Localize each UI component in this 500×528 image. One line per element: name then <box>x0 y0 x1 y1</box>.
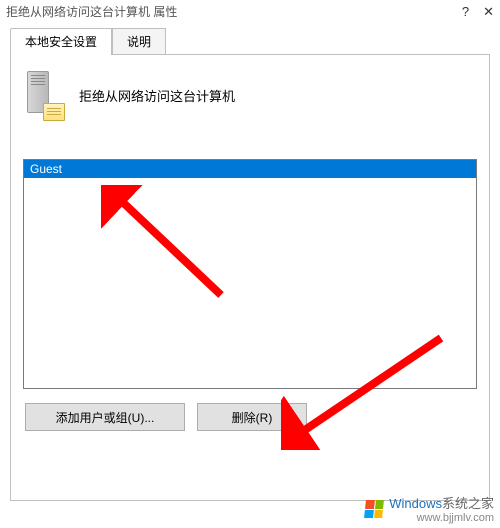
policy-header: 拒绝从网络访问这台计算机 <box>23 71 477 119</box>
watermark-brand-prefix: Windows <box>389 496 442 511</box>
button-label: 删除(R) <box>232 409 273 426</box>
policy-title: 拒绝从网络访问这台计算机 <box>79 86 235 105</box>
tab-local-security[interactable]: 本地安全设置 <box>10 28 112 54</box>
watermark-url: www.bjjmlv.com <box>389 512 494 524</box>
button-row: 添加用户或组(U)... 删除(R) <box>23 403 477 431</box>
titlebar-controls: ? ✕ <box>462 5 494 18</box>
list-item[interactable]: Guest <box>24 160 476 178</box>
list-item-label: Guest <box>30 162 62 176</box>
dialog-body: 本地安全设置 说明 拒绝从网络访问这台计算机 Guest 添加用户或组(U)..… <box>0 22 500 511</box>
remove-button[interactable]: 删除(R) <box>197 403 307 431</box>
watermark-brand-suffix: 系统之家 <box>442 496 494 511</box>
watermark-text: Windows系统之家 www.bjjmlv.com <box>389 493 494 524</box>
watermark: Windows系统之家 www.bjjmlv.com <box>365 493 494 524</box>
tab-explain[interactable]: 说明 <box>112 28 166 54</box>
button-label: 添加用户或组(U)... <box>56 409 155 426</box>
windows-logo-icon <box>364 500 384 518</box>
help-button[interactable]: ? <box>462 5 469 18</box>
users-listbox[interactable]: Guest <box>23 159 477 389</box>
close-button[interactable]: ✕ <box>483 5 494 18</box>
tab-content-local-security: 拒绝从网络访问这台计算机 Guest 添加用户或组(U)... 删除(R) <box>10 55 490 501</box>
server-policy-icon <box>23 71 63 119</box>
tab-strip: 本地安全设置 说明 <box>10 28 490 55</box>
window-title: 拒绝从网络访问这台计算机 属性 <box>6 3 462 20</box>
window-titlebar: 拒绝从网络访问这台计算机 属性 ? ✕ <box>0 0 500 22</box>
tab-label: 本地安全设置 <box>25 35 97 49</box>
add-user-or-group-button[interactable]: 添加用户或组(U)... <box>25 403 185 431</box>
tab-label: 说明 <box>127 35 151 49</box>
